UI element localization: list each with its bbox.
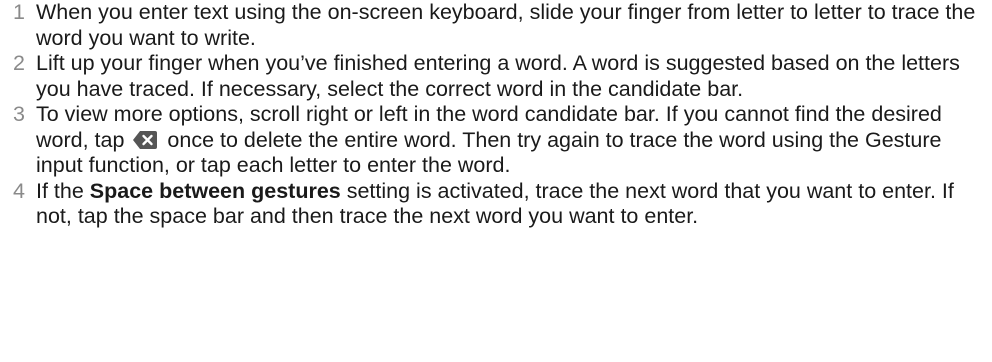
step-4: 4 If the Space between gestures setting … — [0, 179, 992, 230]
step-2: 2 Lift up your finger when you’ve finish… — [0, 51, 992, 102]
setting-name: Space between gestures — [89, 178, 341, 203]
step-number: 2 — [13, 51, 25, 75]
step-number: 3 — [13, 102, 25, 126]
step-1: 1 When you enter text using the on-scree… — [0, 0, 992, 51]
instruction-steps: 1 When you enter text using the on-scree… — [0, 0, 992, 230]
step-text-after-icon: once to delete the entire word. Then try… — [36, 127, 942, 178]
step-text: Lift up your finger when you’ve finished… — [36, 51, 960, 101]
step-3: 3 To view more options, scroll right or … — [0, 102, 992, 179]
step-number: 4 — [13, 178, 25, 203]
step-number: 1 — [13, 0, 25, 24]
step-text-before-bold: If the — [36, 178, 84, 203]
step-text: When you enter text using the on-screen … — [36, 0, 976, 50]
backspace-delete-icon — [132, 130, 158, 150]
